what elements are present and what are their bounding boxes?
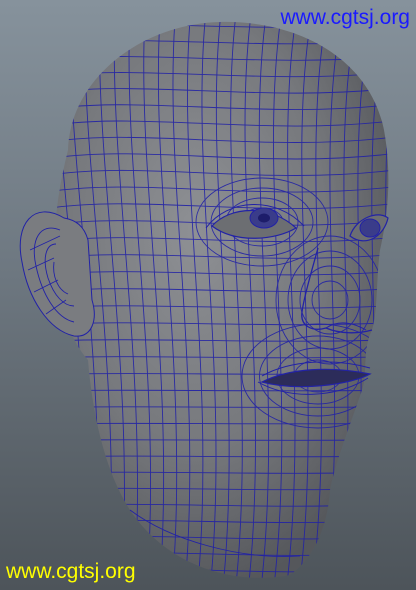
watermark-top: www.cgtsj.org — [280, 6, 410, 29]
mesh-edge-loop-v — [387, 21, 389, 578]
head-model — [19, 21, 389, 578]
mesh-edge-loop-v — [374, 21, 389, 578]
watermark-bottom: www.cgtsj.org — [6, 560, 136, 583]
3d-viewport[interactable]: www.cgtsj.org www.cgtsj.org — [0, 0, 416, 590]
mesh-edge-loop-h — [54, 406, 389, 408]
mesh-edge-loop-h — [54, 439, 389, 441]
mesh-edge-loop-h — [54, 422, 389, 425]
ear — [19, 211, 95, 337]
